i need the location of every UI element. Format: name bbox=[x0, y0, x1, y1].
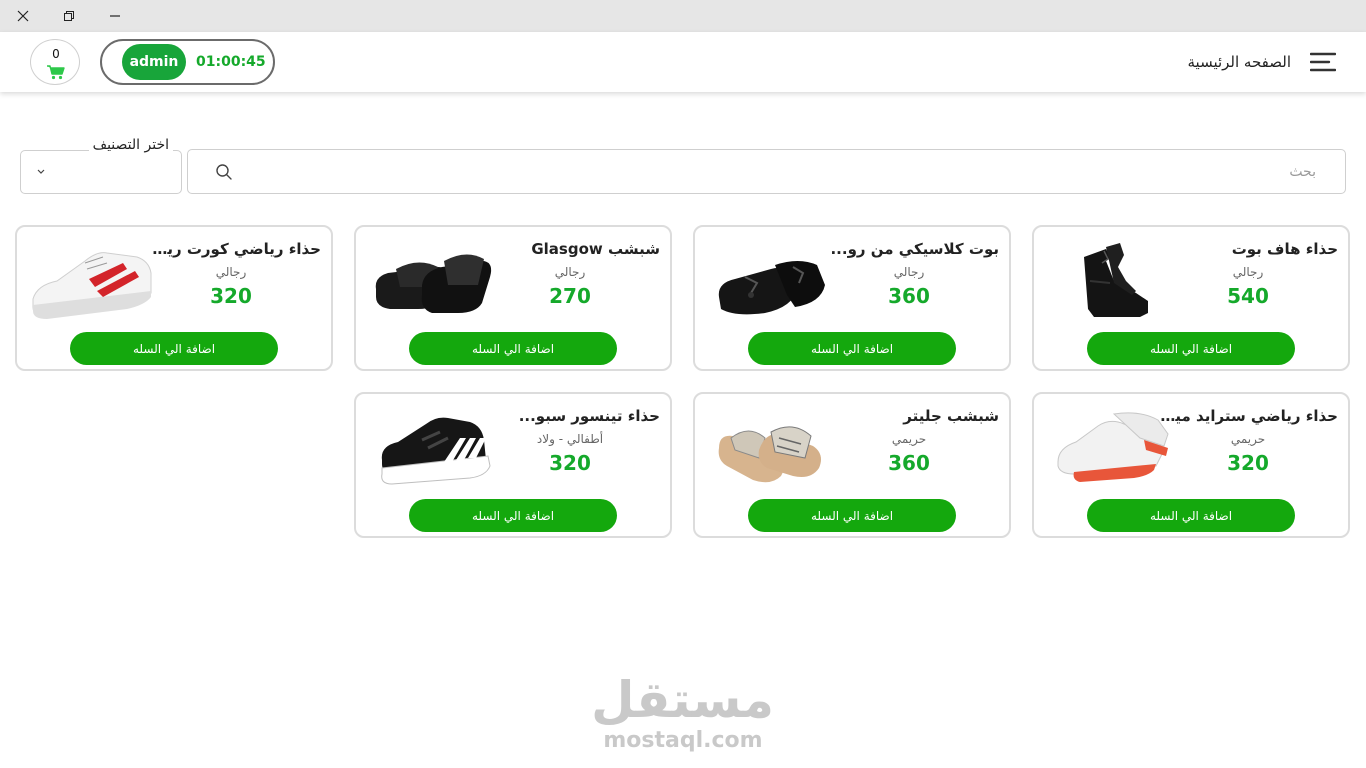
page-title[interactable]: الصفحه الرئيسية bbox=[1188, 32, 1292, 92]
add-to-cart-button[interactable]: اضافة الي السله bbox=[1087, 499, 1295, 532]
black-tassel-loafer-image[interactable] bbox=[705, 237, 833, 325]
add-to-cart-button[interactable]: اضافة الي السله bbox=[748, 499, 956, 532]
product-name: حذاء رياضي سترايد مينترا bbox=[1158, 407, 1338, 425]
window-titlebar bbox=[0, 0, 1366, 32]
chevron-down-icon bbox=[37, 169, 45, 174]
product-price: 270 bbox=[549, 284, 591, 308]
product-category: رجالي bbox=[554, 265, 586, 279]
white-orange-sneaker-image[interactable] bbox=[1044, 404, 1172, 492]
product-category: حريمي bbox=[1230, 432, 1266, 446]
product-name: شبشب Glasgow bbox=[531, 240, 660, 258]
product-name: شبشب جليتر bbox=[903, 407, 999, 425]
close-icon[interactable] bbox=[0, 0, 46, 32]
glitter-slide-sandal-image[interactable] bbox=[705, 404, 833, 492]
white-red-sneaker-image[interactable] bbox=[27, 237, 155, 325]
add-to-cart-button[interactable]: اضافة الي السله bbox=[409, 332, 617, 365]
product-category: أطفالي - ولاد bbox=[536, 432, 604, 446]
product-card: شبشب Glasgow رجالي 270 اضافة الي السله bbox=[354, 225, 672, 371]
product-price: 320 bbox=[1227, 451, 1269, 475]
product-info: بوت كلاسيكي من رو... رجالي 360 bbox=[819, 227, 999, 308]
product-card: حذاء هاف بوت رجالي 540 اضافة الي السله bbox=[1032, 225, 1350, 371]
watermark-latin: mostaql.com bbox=[603, 728, 763, 753]
add-to-cart-button[interactable]: اضافة الي السله bbox=[1087, 332, 1295, 365]
product-category: رجالي bbox=[893, 265, 925, 279]
product-info: شبشب جليتر حريمي 360 bbox=[819, 394, 999, 475]
session-timer: 01:00:45 bbox=[196, 54, 266, 70]
product-price: 320 bbox=[549, 451, 591, 475]
product-name: حذاء تينسور سبو... bbox=[518, 407, 660, 425]
user-badge[interactable]: admin bbox=[122, 44, 186, 80]
black-slide-sandal-image[interactable] bbox=[366, 237, 494, 325]
search-box bbox=[187, 149, 1346, 194]
black-half-boot-image[interactable] bbox=[1044, 237, 1172, 325]
product-category: رجالي bbox=[1232, 265, 1264, 279]
menu-icon[interactable] bbox=[1310, 50, 1336, 74]
product-category: رجالي bbox=[215, 265, 247, 279]
watermark-arabic: مستقل bbox=[591, 671, 774, 729]
product-category: حريمي bbox=[891, 432, 927, 446]
black-white-stripe-sneaker-image[interactable] bbox=[366, 404, 494, 492]
search-input[interactable] bbox=[248, 156, 1316, 188]
add-to-cart-button[interactable]: اضافة الي السله bbox=[748, 332, 956, 365]
watermark: مستقل mostaql.com bbox=[591, 671, 774, 754]
product-card: حذاء تينسور سبو... أطفالي - ولاد 320 اضا… bbox=[354, 392, 672, 538]
restore-icon[interactable] bbox=[46, 0, 92, 32]
product-price: 360 bbox=[888, 284, 930, 308]
product-name: حذاء رياضي كورت ريت... bbox=[141, 240, 321, 258]
app-header: 0 admin 01:00:45 الصفحه الرئيسية bbox=[0, 32, 1366, 92]
minimize-icon[interactable] bbox=[92, 0, 138, 32]
product-name: بوت كلاسيكي من رو... bbox=[830, 240, 999, 258]
cart-count: 0 bbox=[52, 47, 60, 61]
add-to-cart-button[interactable]: اضافة الي السله bbox=[409, 499, 617, 532]
product-card: حذاء رياضي كورت ريت... رجالي 320 اضافة ا… bbox=[15, 225, 333, 371]
product-price: 540 bbox=[1227, 284, 1269, 308]
category-select[interactable]: اختر التصنيف bbox=[20, 137, 182, 194]
product-card: شبشب جليتر حريمي 360 اضافة الي السله bbox=[693, 392, 1011, 538]
product-card: حذاء رياضي سترايد مينترا حريمي 320 اضافة… bbox=[1032, 392, 1350, 538]
product-info: حذاء رياضي كورت ريت... رجالي 320 bbox=[141, 227, 321, 308]
add-to-cart-button[interactable]: اضافة الي السله bbox=[70, 332, 278, 365]
product-name: حذاء هاف بوت bbox=[1231, 240, 1338, 258]
product-info: حذاء تينسور سبو... أطفالي - ولاد 320 bbox=[480, 394, 660, 475]
session-panel: admin 01:00:45 bbox=[100, 39, 275, 85]
search-icon[interactable] bbox=[215, 163, 233, 181]
product-price: 360 bbox=[888, 451, 930, 475]
product-info: شبشب Glasgow رجالي 270 bbox=[480, 227, 660, 308]
product-price: 320 bbox=[210, 284, 252, 308]
product-card: بوت كلاسيكي من رو... رجالي 360 اضافة الي… bbox=[693, 225, 1011, 371]
category-select-label: اختر التصنيف bbox=[88, 137, 173, 153]
product-info: حذاء هاف بوت رجالي 540 bbox=[1158, 227, 1338, 308]
shopping-cart-icon bbox=[47, 65, 65, 80]
cart-button[interactable]: 0 bbox=[30, 39, 80, 85]
product-info: حذاء رياضي سترايد مينترا حريمي 320 bbox=[1158, 394, 1338, 475]
